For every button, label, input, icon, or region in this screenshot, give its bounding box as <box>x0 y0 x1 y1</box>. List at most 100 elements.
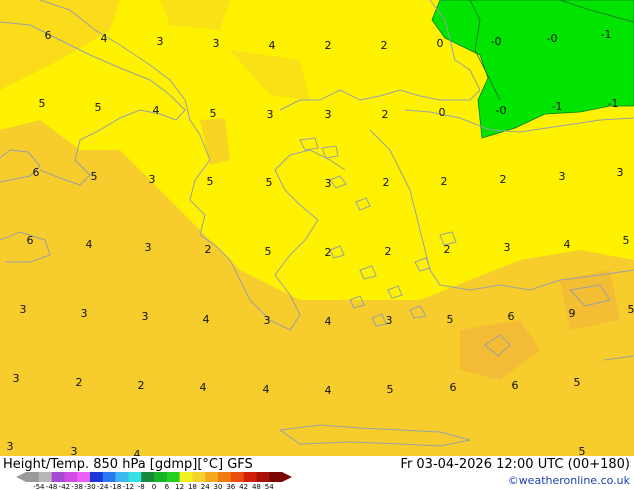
color-scale-tick-label: -18 <box>110 483 121 490</box>
temperature-label: 6 <box>508 310 515 323</box>
temperature-map: 6 4 3 3 4 2 2 0 -0 -0 -1 5 5 4 5 3 3 2 0 -0 -1 -1 6 5 3 5 5 3 2 2 2 3 3 6… <box>0 0 634 456</box>
temperature-label: 2 <box>325 39 332 52</box>
temperature-label: 2 <box>385 245 392 258</box>
temperature-label: 4 <box>134 448 141 456</box>
temperature-label: 5 <box>387 383 394 396</box>
temperature-label: 5 <box>210 107 217 120</box>
temperature-label: 2 <box>381 39 388 52</box>
temperature-label: 5 <box>207 175 214 188</box>
temperature-label: 2 <box>76 376 83 389</box>
color-scale-swatch <box>38 472 52 482</box>
temperature-label: 5 <box>579 445 586 456</box>
temperature-label: 5 <box>95 101 102 114</box>
color-scale-swatch <box>230 472 244 482</box>
color-scale-tick-label: -42 <box>59 483 70 490</box>
temperature-label: 2 <box>500 173 507 186</box>
temperature-label: 3 <box>7 440 14 453</box>
temperature-label: 4 <box>203 313 210 326</box>
color-scale-swatch <box>179 472 193 482</box>
temperature-label: 4 <box>153 104 160 117</box>
temperature-label: 2 <box>383 176 390 189</box>
color-scale-swatch <box>102 472 116 482</box>
temperature-label: 3 <box>149 173 156 186</box>
color-scale-tick-label: -8 <box>138 483 145 490</box>
temperature-label: 2 <box>441 175 448 188</box>
temperature-label: 4 <box>263 383 270 396</box>
color-scale-swatch <box>256 472 270 482</box>
temperature-label: 4 <box>200 381 207 394</box>
color-scale-tick-label: 18 <box>188 483 197 490</box>
temperature-label: 3 <box>213 37 220 50</box>
weather-map-view: 6 4 3 3 4 2 2 0 -0 -0 -1 5 5 4 5 3 3 2 0 -0 -1 -1 6 5 3 5 5 3 2 2 2 3 3 6… <box>0 0 634 490</box>
temperature-label: 4 <box>101 32 108 45</box>
temperature-label: 3 <box>81 307 88 320</box>
temperature-label: 4 <box>564 238 571 251</box>
color-scale-low-arrow <box>16 472 26 482</box>
temperature-label: 3 <box>157 35 164 48</box>
color-scale-tick-label: -30 <box>84 483 95 490</box>
temperature-label: 2 <box>205 243 212 256</box>
color-scale-swatch <box>141 472 155 482</box>
temperature-label: 3 <box>504 241 511 254</box>
color-scale-tick-label: -48 <box>46 483 57 490</box>
color-scale-ticks: -54 -48 -42 -38 -30 -24 -18 -12 -8 0 6 12 18 24 30 36 42… <box>33 483 274 490</box>
temperature-label: -0 <box>547 32 558 45</box>
temperature-label: 0 <box>439 106 446 119</box>
temperature-label: 5 <box>623 234 630 247</box>
color-scale-tick-label: 30 <box>214 483 223 490</box>
temperature-label: 3 <box>20 303 27 316</box>
temperature-label: 6 <box>33 166 40 179</box>
temperature-label: 4 <box>269 39 276 52</box>
temperature-label: 4 <box>86 238 93 251</box>
color-scale-tick-label: 42 <box>239 483 248 490</box>
temperature-label: 2 <box>382 108 389 121</box>
color-scale-tick-label: -24 <box>97 483 109 490</box>
temperature-label: 2 <box>444 243 451 256</box>
temperature-label: 6 <box>27 234 34 247</box>
color-scale-swatch <box>51 472 65 482</box>
color-scale-tick-label: 36 <box>226 483 235 490</box>
temperature-label: 5 <box>265 245 272 258</box>
temperature-label: -0 <box>491 35 502 48</box>
color-scale-swatch <box>128 472 142 482</box>
color-scale-tick-label: 24 <box>201 483 210 490</box>
temperature-label: 9 <box>569 307 576 320</box>
color-scale-swatch <box>218 472 232 482</box>
color-scale-swatch <box>166 472 180 482</box>
temperature-label: 3 <box>142 310 149 323</box>
temperature-label: 5 <box>266 176 273 189</box>
color-scale-tick-label: 54 <box>265 483 274 490</box>
temperature-label: 3 <box>386 314 393 327</box>
temperature-label: -1 <box>608 97 619 110</box>
color-scale-tick-label: 0 <box>152 483 156 490</box>
color-scale-swatch <box>90 472 104 482</box>
forecast-datetime: Fr 03-04-2026 12:00 UTC (00+180) <box>400 457 630 472</box>
credit-link[interactable]: ©weatheronline.co.uk <box>508 474 630 487</box>
temperature-label: 0 <box>437 37 444 50</box>
temperature-label: 4 <box>325 315 332 328</box>
color-scale-tick-label: -54 <box>33 483 45 490</box>
color-scale-swatch <box>77 472 91 482</box>
color-scale-swatch <box>192 472 206 482</box>
temperature-label: 3 <box>145 241 152 254</box>
temperature-label: 3 <box>264 314 271 327</box>
color-scale-swatch <box>205 472 219 482</box>
color-scale-swatch <box>269 472 283 482</box>
temperature-label: 4 <box>325 384 332 397</box>
color-scale-swatch <box>243 472 257 482</box>
temperature-label: 6 <box>450 381 457 394</box>
temperature-label: 6 <box>512 379 519 392</box>
temperature-label: 5 <box>628 303 634 316</box>
color-scale-tick-label: -38 <box>71 483 82 490</box>
map-footer: Height/Temp. 850 hPa [gdmp][°C] GFS Fr 0… <box>0 456 634 490</box>
temperature-label: 5 <box>447 313 454 326</box>
temperature-label: 5 <box>91 170 98 183</box>
color-scale-tick-label: 48 <box>252 483 261 490</box>
temperature-label: -1 <box>552 100 563 113</box>
color-scale-swatch <box>115 472 129 482</box>
temperature-label: 6 <box>45 29 52 42</box>
color-scale-tick-label: 12 <box>175 483 184 490</box>
color-scale-high-arrow <box>282 472 292 482</box>
color-scale-swatch <box>154 472 168 482</box>
temperature-label: 3 <box>559 170 566 183</box>
